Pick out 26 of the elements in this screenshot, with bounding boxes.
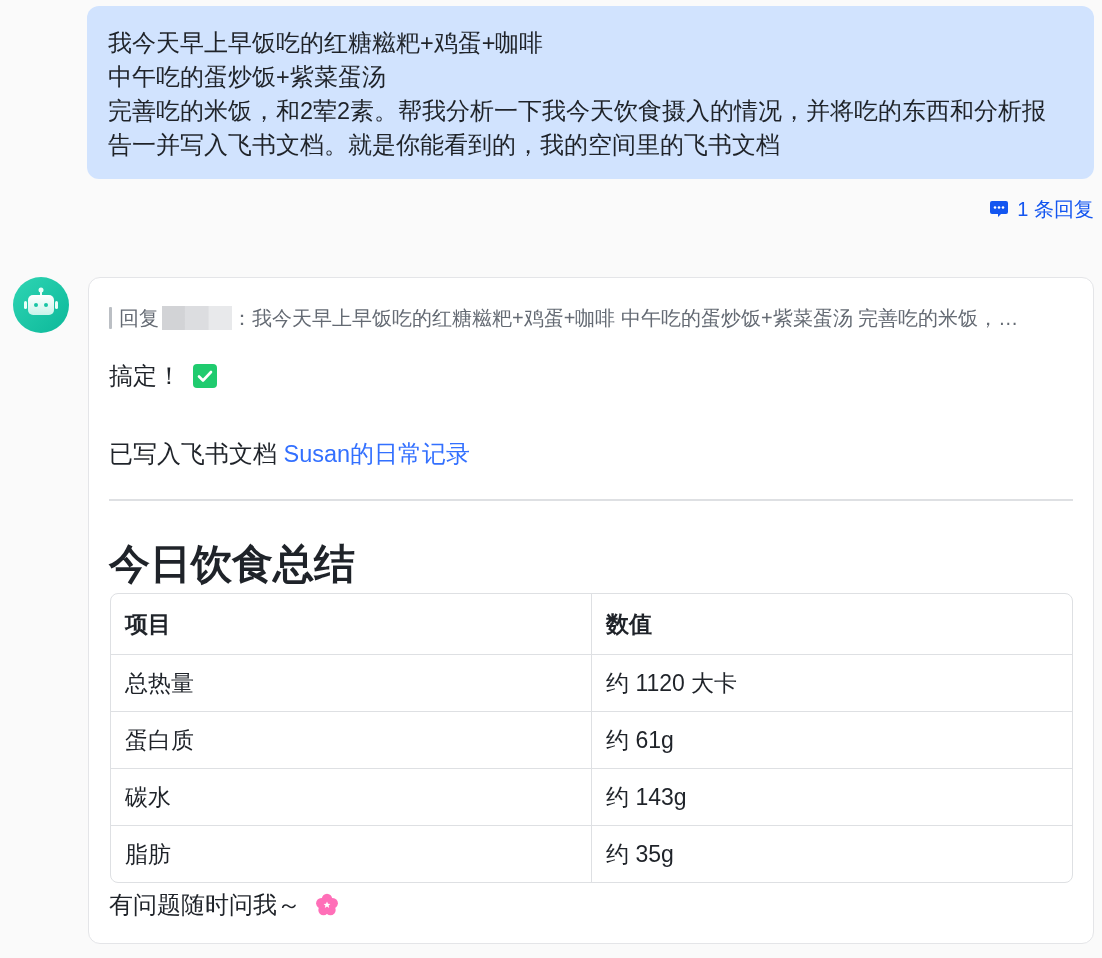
closing-text: 有问题随时问我～ [109,891,301,920]
reply-count-link[interactable]: 1 条回复 [989,197,1094,221]
table-cell: 碳水 [111,768,592,826]
robot-avatar-icon [13,277,69,333]
table-cell: 约 35g [591,825,1072,882]
table-cell: 脂肪 [111,825,592,882]
comment-icon [989,199,1010,219]
table-cell: 约 1120 大卡 [591,654,1072,712]
table-cell: 约 143g [591,768,1072,826]
status-text: 搞定！ [109,362,181,391]
table-header-cell: 项目 [111,594,592,655]
blurred-name-placeholder [162,306,232,330]
summary-heading: 今日饮食总结 [109,540,356,589]
table-cell: 总热量 [111,654,592,712]
message-text: 中午吃的蛋炒饭+紫菜蛋汤 [108,63,387,92]
doc-written-text: 已写入飞书文档 Susan的日常记录 [109,440,472,469]
doc-link[interactable]: Susan的日常记录 [283,441,471,467]
message-text: 完善吃的米饭，和2荤2素。帮我分析一下我今天饮食摄入的情况，并将吃的东西和分析报告一并写入飞书文档。就是你能看到的，我的空间里的飞书文档 [108,97,1048,160]
quoted-message-text: ：我今天早上早饭吃的红糖糍粑+鸡蛋+咖啡 中午吃的蛋炒饭+紫菜蛋汤 完善吃的米饭，… [232,306,1019,331]
reply-label: 回复 [119,306,159,331]
flower-icon [315,893,339,917]
table-cell: 蛋白质 [111,711,592,769]
checkmark-icon [193,364,217,388]
table-header-cell: 数值 [591,594,1072,655]
table-cell: 约 61g [591,711,1072,769]
message-text: 我今天早上早饭吃的红糖糍粑+鸡蛋+咖啡 [108,29,545,58]
